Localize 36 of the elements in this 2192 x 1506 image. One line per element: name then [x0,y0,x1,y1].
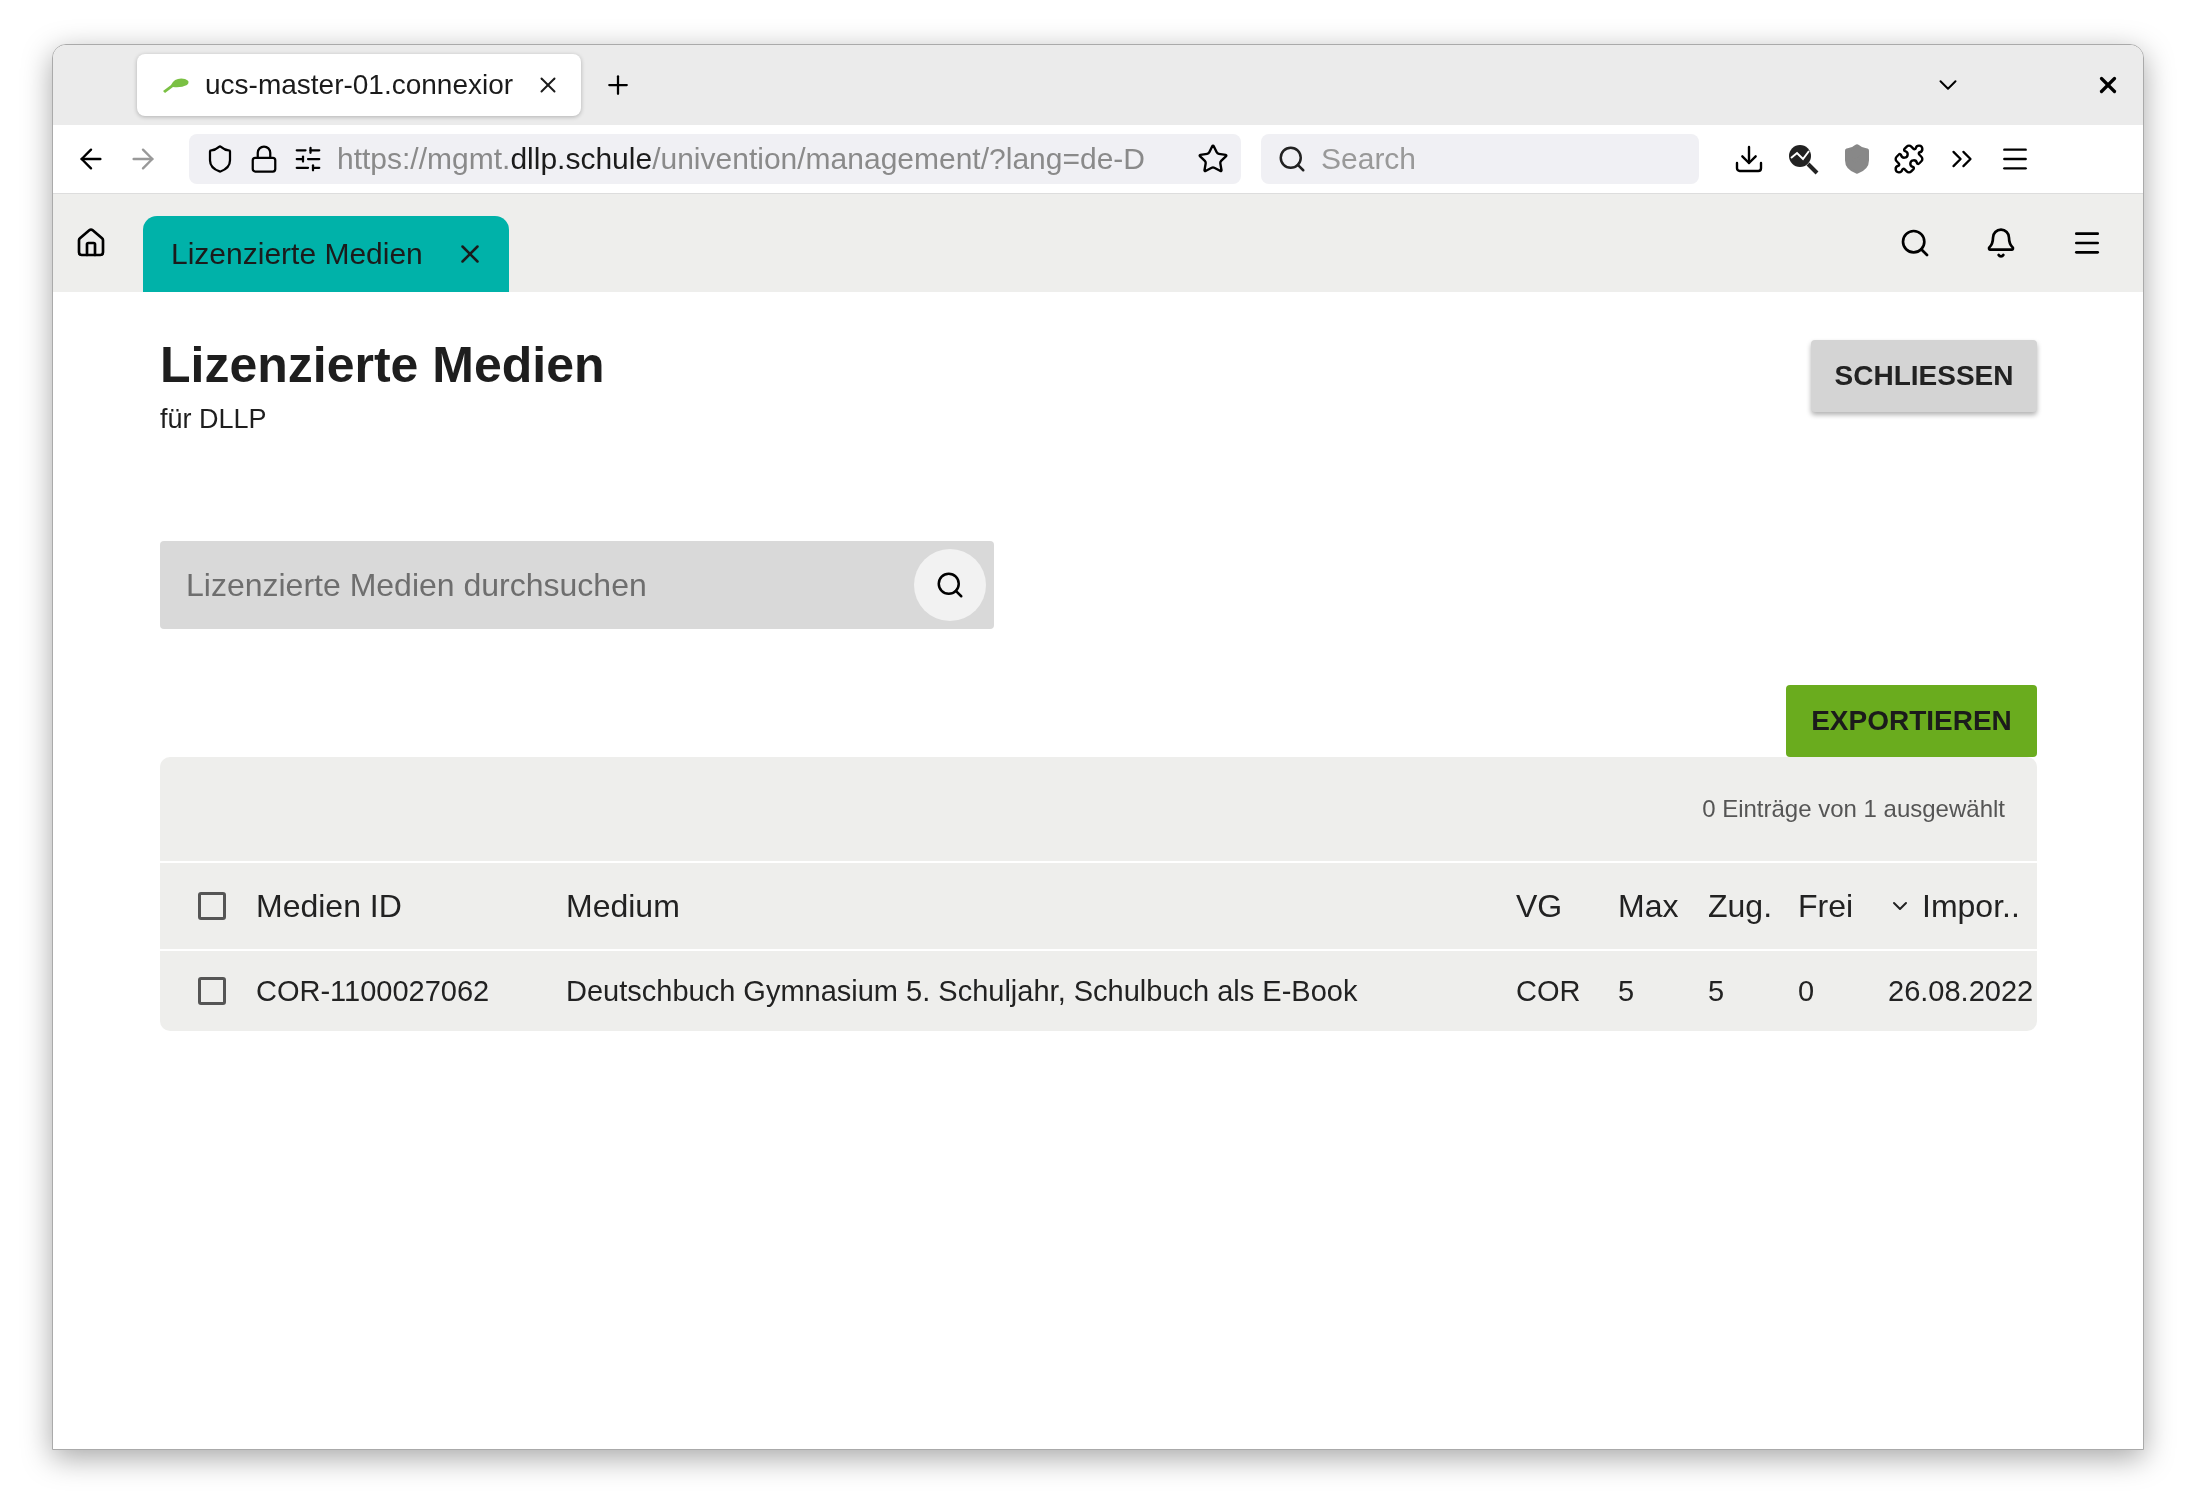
bell-icon[interactable] [1985,227,2017,259]
column-header[interactable]: Impor.. [1882,887,2037,925]
search-icon[interactable] [1899,227,1931,259]
download-icon[interactable] [1733,143,1765,175]
export-button[interactable]: EXPORTIEREN [1786,685,2037,757]
column-header[interactable]: Medien ID [250,887,560,925]
table-cell-text: COR [1515,974,1582,1008]
url-text: https://mgmt.dllp.schule/univention/management/?lang=de-D [337,142,1146,176]
lock-icon[interactable] [249,144,279,174]
table-cell-text: 5 [1617,974,1636,1008]
browser-tab[interactable]: ucs-master-01.connexior [137,54,581,116]
column-header[interactable]: Zug. [1702,887,1792,925]
column-header[interactable]: VG [1510,887,1612,925]
star-icon[interactable] [1197,143,1229,175]
sliders-icon[interactable] [293,144,323,174]
app-tab[interactable]: Lizenzierte Medien [143,216,509,292]
search-icon [935,570,965,600]
selection-status: 0 Einträge von 1 ausgewählt [1702,795,2005,823]
column-header[interactable]: Frei [1792,887,1882,925]
table-cell-text: Deutschbuch Gymnasium 5. Schuljahr, Schulbuch als E-Book [565,974,1359,1008]
media-search-field[interactable]: Lizenzierte Medien durchsuchen [160,541,994,629]
puzzle-icon[interactable] [1893,143,1925,175]
checkbox[interactable] [198,892,226,920]
table-cell-text: 26.08.2022 [1887,974,2035,1008]
home-icon[interactable] [75,227,107,259]
close-button[interactable]: SCHLIESSEN [1811,340,2037,412]
page-subtitle: für DLLP [160,404,268,435]
page-title: Lizenzierte Medien [160,336,605,394]
search-icon [1277,144,1307,174]
table-cell-text: COR-1100027062 [255,974,491,1008]
column-header[interactable]: Medium [560,887,1510,925]
column-header[interactable]: Max [1612,887,1702,925]
address-bar[interactable]: https://mgmt.dllp.schule/univention/management/?lang=de-D [189,134,1241,184]
table-cell-text: 5 [1707,974,1726,1008]
checkbox[interactable] [198,977,226,1005]
table-cell-text: 0 [1797,974,1816,1008]
